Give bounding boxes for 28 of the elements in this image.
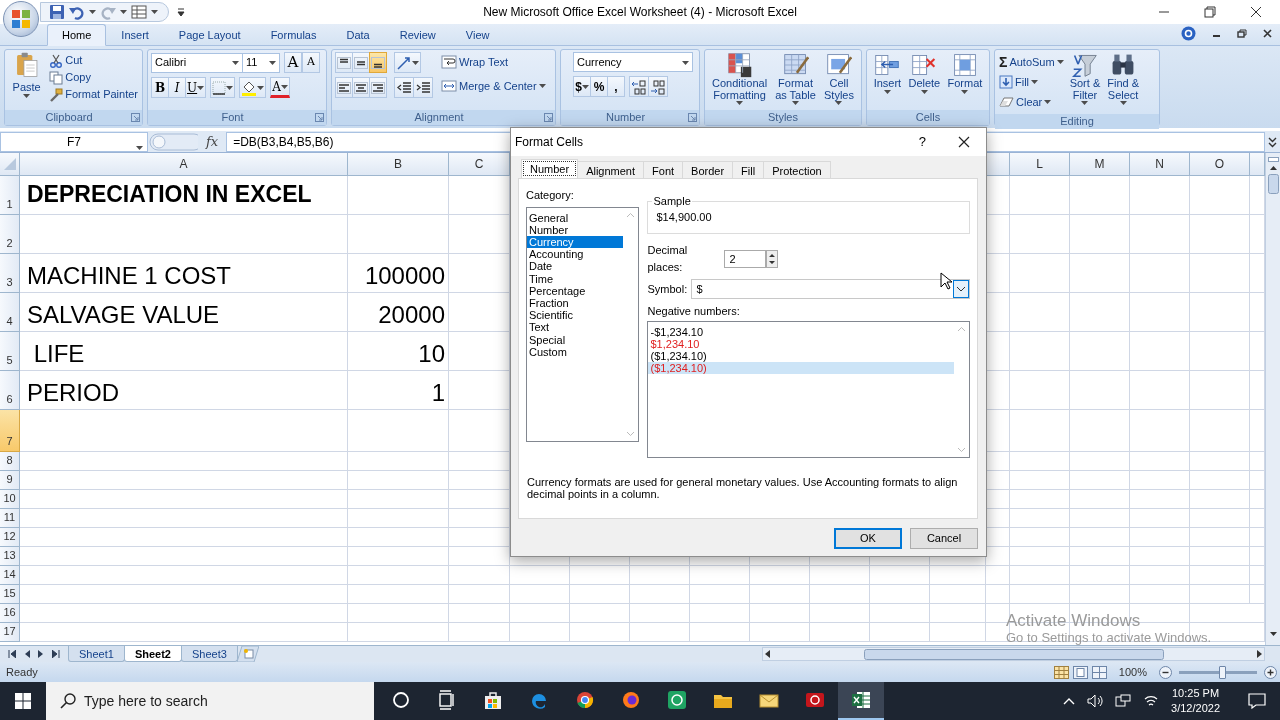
group-label: Number	[604, 110, 647, 126]
description-text: Currency formats are used for general monetary values. Use Accounting formats to align decimal points in a column.	[527, 475, 959, 501]
table-cell: LIFE	[20, 332, 348, 371]
activation-hint: Go to Settings to activate Windows.	[1006, 630, 1212, 646]
decimal-places-label: Decimal places:	[647, 243, 689, 275]
table-cell: 10	[348, 332, 449, 371]
table-cell: SALVAGE VALUE	[20, 293, 348, 332]
negative-numbers-label: Negative numbers:	[647, 304, 741, 319]
category-label: Category:	[526, 188, 575, 203]
group-label: Cells	[914, 110, 942, 126]
window-title: New Microsoft Office Excel Worksheet (4) - Microsoft Excel	[483, 4, 797, 21]
sample-value: $14,900.00	[655, 210, 713, 225]
table-cell: DEPRECIATION IN EXCEL	[20, 176, 348, 215]
status-text: Ready	[6, 664, 38, 680]
group-label: Clipboard	[44, 110, 94, 126]
group-label: Styles	[767, 110, 799, 126]
group-label: Font	[220, 110, 245, 126]
table-cell: PERIOD	[20, 371, 348, 410]
dialog-title: Format Cells	[515, 134, 583, 151]
table-cell: MACHINE 1 COST	[20, 254, 348, 293]
group-label: Editing	[1059, 114, 1095, 130]
table-cell: 1	[348, 371, 449, 410]
group-label: Alignment	[413, 110, 465, 126]
symbol-label: Symbol:	[647, 281, 689, 297]
table-cell: 20000	[348, 293, 449, 332]
sample-label: Sample	[652, 196, 692, 207]
activation-title: Activate Windows	[1006, 611, 1142, 631]
table-cell: 100000	[348, 254, 449, 293]
